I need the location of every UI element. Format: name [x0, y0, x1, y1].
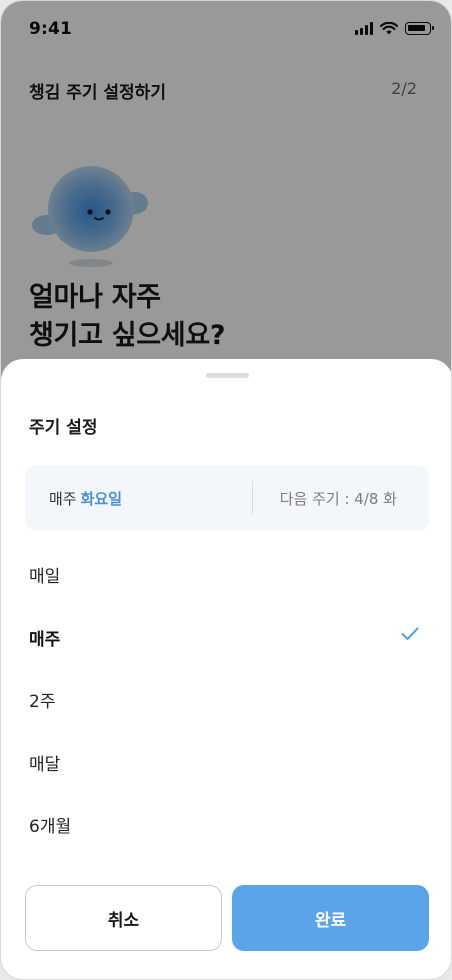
option-monthly[interactable]: 매달: [1, 730, 451, 793]
sheet-title: 주기 설정: [29, 418, 98, 438]
next-cycle: 다음 주기 : 4/8 화: [279, 490, 397, 508]
done-button[interactable]: 완료: [232, 885, 429, 951]
summary-day: 화요일: [80, 490, 123, 508]
option-six-months[interactable]: 6개월: [1, 792, 451, 855]
option-weekly[interactable]: 매주: [1, 605, 451, 668]
cancel-button[interactable]: 취소: [25, 885, 222, 951]
option-biweekly[interactable]: 2주: [1, 667, 451, 730]
bottom-sheet: 주기 설정 매주 화요일 다음 주기 : 4/8 화 매일 매주 2주 매달 6…: [1, 359, 451, 979]
sheet-drag-handle[interactable]: [206, 373, 249, 378]
schedule-summary: 매주 화요일 다음 주기 : 4/8 화: [25, 465, 429, 531]
frequency-options: 매일 매주 2주 매달 6개월: [1, 542, 451, 855]
summary-frequency: 매주 화요일: [49, 490, 123, 508]
phone-screen: 9:41 챙김 주기 설정하기 2/2 얼마나 자주 챙기고 싶으세요? 주기 …: [0, 0, 452, 980]
check-icon: [401, 626, 419, 640]
option-daily[interactable]: 매일: [1, 542, 451, 605]
summary-divider: [252, 481, 253, 515]
